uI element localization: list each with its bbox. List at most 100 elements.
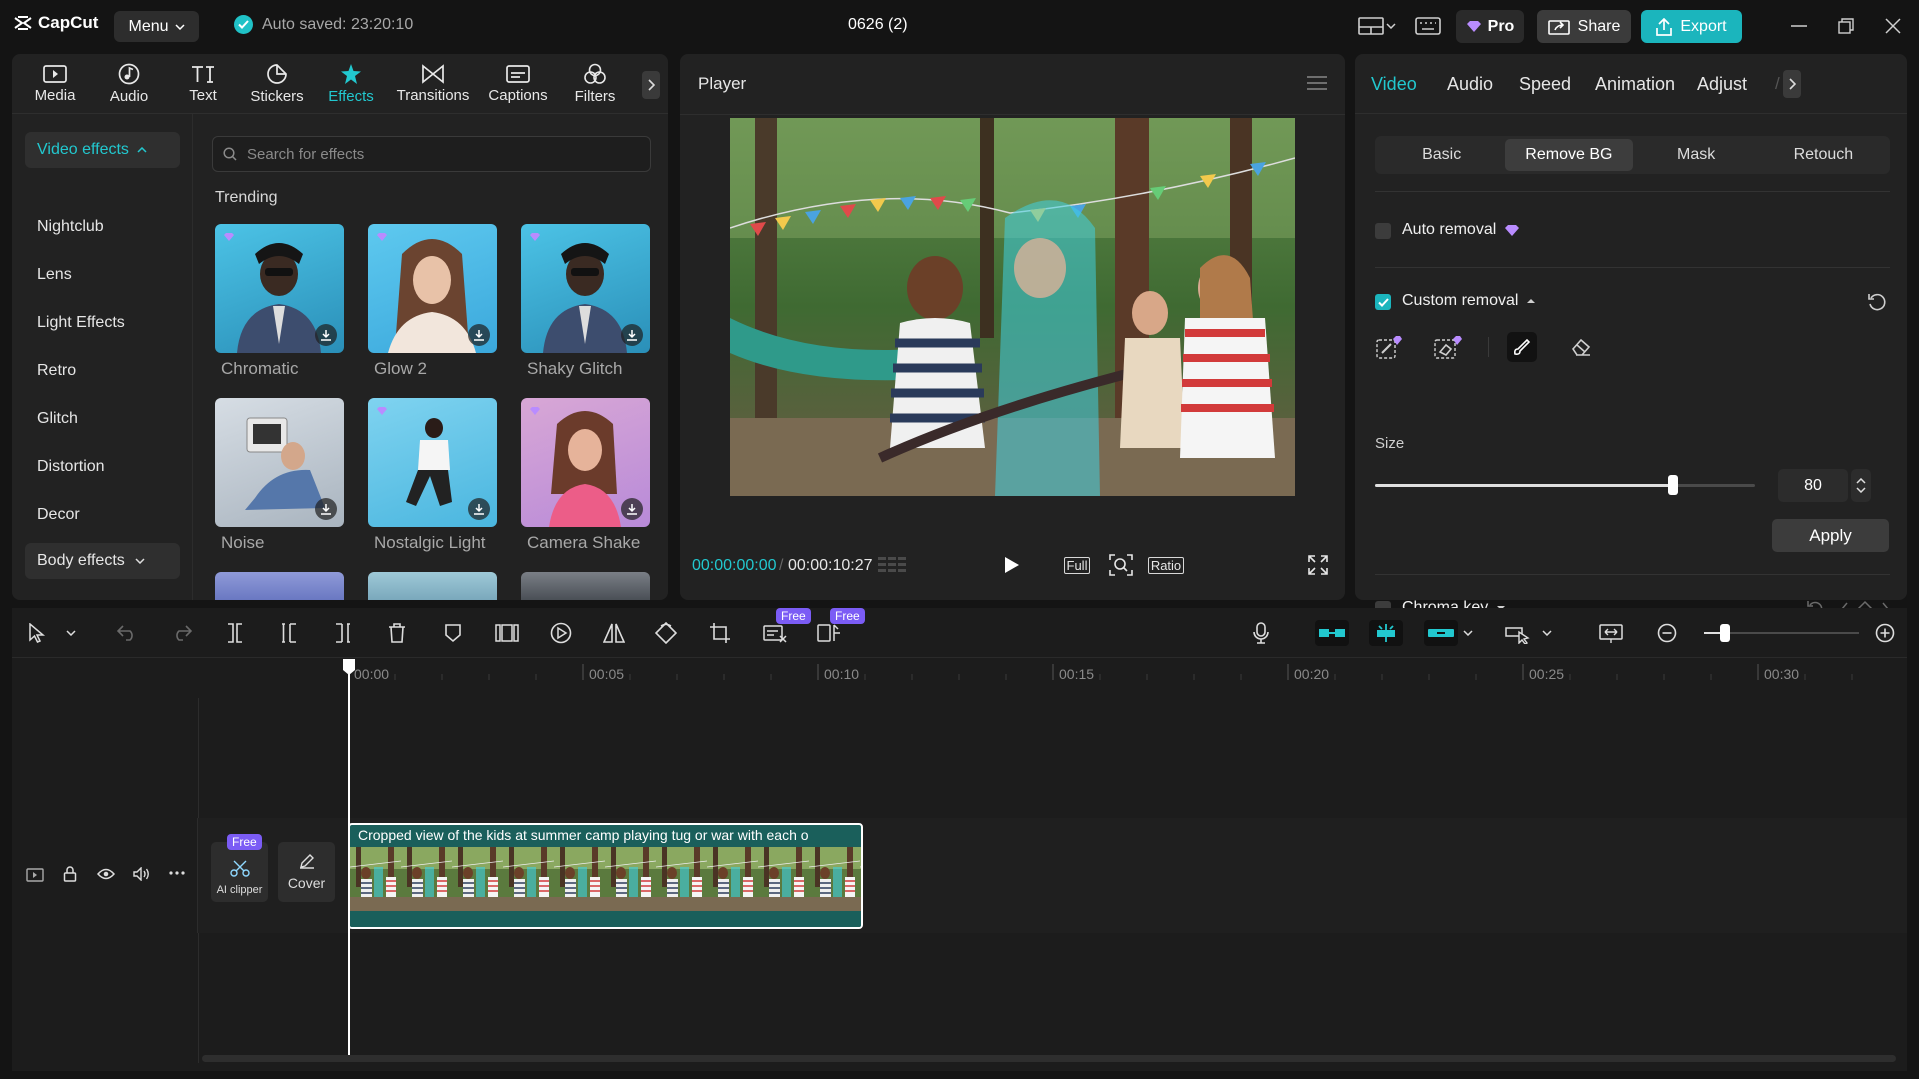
effect-tile-camera-shake[interactable]: [521, 398, 650, 527]
video-preview[interactable]: [730, 118, 1295, 496]
body-effects-category[interactable]: Body effects: [25, 543, 180, 579]
tabs-scroll-right-icon[interactable]: [1783, 70, 1801, 98]
microphone-icon[interactable]: [1250, 620, 1272, 646]
category-distortion[interactable]: Distortion: [37, 458, 105, 476]
fullscreen-icon[interactable]: [1307, 552, 1329, 578]
zoom-out-icon[interactable]: [1656, 620, 1678, 646]
download-icon[interactable]: [621, 498, 643, 520]
split-left-icon[interactable]: [278, 620, 300, 646]
eye-icon[interactable]: [97, 868, 115, 880]
timeline-zoom-handle[interactable]: [1720, 624, 1730, 642]
lock-icon[interactable]: [63, 866, 77, 882]
tab-video[interactable]: Video: [1371, 74, 1417, 95]
video-effects-category[interactable]: Video effects: [25, 132, 180, 168]
auto-captions-icon[interactable]: Free: [762, 608, 811, 646]
subtab-mask[interactable]: Mask: [1633, 139, 1760, 171]
tab-filters[interactable]: Filters: [558, 54, 632, 114]
marker-icon[interactable]: [442, 620, 464, 646]
size-input[interactable]: 80: [1778, 469, 1848, 502]
keyboard-icon[interactable]: [1413, 14, 1443, 38]
export-button[interactable]: Export: [1641, 10, 1742, 43]
split-right-icon[interactable]: [332, 620, 354, 646]
download-icon[interactable]: [315, 324, 337, 346]
preview-axis-icon[interactable]: [1504, 620, 1532, 646]
reset-icon[interactable]: [1867, 292, 1887, 312]
category-nightclub[interactable]: Nightclub: [37, 218, 104, 236]
category-light-effects[interactable]: Light Effects: [37, 314, 125, 332]
category-decor[interactable]: Decor: [37, 506, 80, 524]
delete-icon[interactable]: [386, 620, 408, 646]
menu-button[interactable]: Menu: [114, 11, 199, 42]
custom-removal-checkbox[interactable]: [1375, 294, 1391, 310]
chevron-down-icon[interactable]: [1540, 620, 1554, 646]
tab-captions[interactable]: Captions: [478, 54, 558, 114]
video-clip[interactable]: Cropped view of the kids at summer camp …: [348, 823, 863, 929]
smart-eraser-icon[interactable]: [1433, 332, 1463, 362]
tab-text[interactable]: Text: [166, 54, 240, 114]
effect-tile-noise[interactable]: [215, 398, 344, 527]
select-tool-icon[interactable]: [26, 620, 48, 646]
search-input[interactable]: [247, 145, 627, 163]
layout-icon[interactable]: [1356, 14, 1386, 38]
subtab-remove-bg[interactable]: Remove BG: [1505, 139, 1633, 171]
custom-removal-row[interactable]: Custom removal: [1402, 292, 1536, 310]
speed-icon[interactable]: [549, 620, 573, 646]
effect-tile-glow-2[interactable]: [368, 224, 497, 353]
time-ruler[interactable]: [348, 658, 1907, 686]
restore-icon[interactable]: [1831, 14, 1861, 38]
timeline-scrollbar[interactable]: [202, 1055, 1896, 1062]
effect-tile-nostalgic-light[interactable]: [368, 398, 497, 527]
category-glitch[interactable]: Glitch: [37, 410, 78, 428]
tab-speed[interactable]: Speed: [1519, 74, 1571, 95]
zoom-fit-icon[interactable]: [1108, 552, 1134, 578]
undo-icon[interactable]: [116, 620, 138, 646]
play-icon[interactable]: [1000, 552, 1024, 578]
pro-button[interactable]: Pro: [1456, 10, 1524, 43]
zoom-to-fit-icon[interactable]: [1598, 620, 1624, 646]
tab-transitions[interactable]: Transitions: [388, 54, 478, 114]
tab-media[interactable]: Media: [18, 54, 92, 114]
brush-icon[interactable]: [1507, 332, 1537, 362]
split-icon[interactable]: [224, 620, 246, 646]
download-icon[interactable]: [315, 498, 337, 520]
linkage-icon[interactable]: [1424, 620, 1458, 646]
apply-button[interactable]: Apply: [1772, 519, 1889, 552]
chevron-down-icon[interactable]: [1461, 620, 1475, 646]
download-icon[interactable]: [468, 498, 490, 520]
mirror-icon[interactable]: [602, 620, 626, 646]
download-icon[interactable]: [468, 324, 490, 346]
auto-removal-checkbox[interactable]: [1375, 223, 1391, 239]
cover-button[interactable]: Cover: [278, 842, 335, 902]
category-retro[interactable]: Retro: [37, 362, 76, 380]
more-options-icon[interactable]: [169, 871, 185, 875]
layout-dropdown-icon[interactable]: [1384, 14, 1398, 38]
effect-tile-chromatic[interactable]: [215, 224, 344, 353]
download-icon[interactable]: [621, 324, 643, 346]
tab-stickers[interactable]: Stickers: [240, 54, 314, 114]
ai-clipper-button[interactable]: Free AI clipper: [211, 834, 268, 902]
effect-tile-partial[interactable]: [368, 572, 497, 600]
crop-icon[interactable]: [708, 620, 732, 646]
size-stepper[interactable]: [1851, 469, 1871, 502]
subtab-retouch[interactable]: Retouch: [1760, 139, 1887, 171]
freeze-frame-icon[interactable]: [494, 620, 520, 646]
eraser-icon[interactable]: [1566, 332, 1596, 362]
close-icon[interactable]: [1878, 14, 1908, 38]
hamburger-icon[interactable]: [1307, 76, 1327, 90]
subtab-basic[interactable]: Basic: [1378, 139, 1505, 171]
stepper-up-icon[interactable]: [1856, 478, 1866, 484]
redo-icon[interactable]: [171, 620, 193, 646]
auto-snapping-icon[interactable]: [1369, 620, 1403, 646]
ratio-button[interactable]: Ratio: [1146, 552, 1186, 578]
effect-tile-partial[interactable]: [215, 572, 344, 600]
full-quality-button[interactable]: Full: [1062, 552, 1092, 578]
main-track-magnet-icon[interactable]: [1315, 620, 1349, 646]
tabs-scroll-right-icon[interactable]: [642, 71, 660, 99]
tab-effects[interactable]: Effects: [314, 54, 388, 114]
speaker-icon[interactable]: [133, 867, 151, 881]
stepper-down-icon[interactable]: [1856, 487, 1866, 493]
chevron-down-icon[interactable]: [64, 620, 78, 646]
minimize-icon[interactable]: [1784, 14, 1814, 38]
tab-audio[interactable]: Audio: [92, 54, 166, 114]
effect-tile-shaky-glitch[interactable]: [521, 224, 650, 353]
